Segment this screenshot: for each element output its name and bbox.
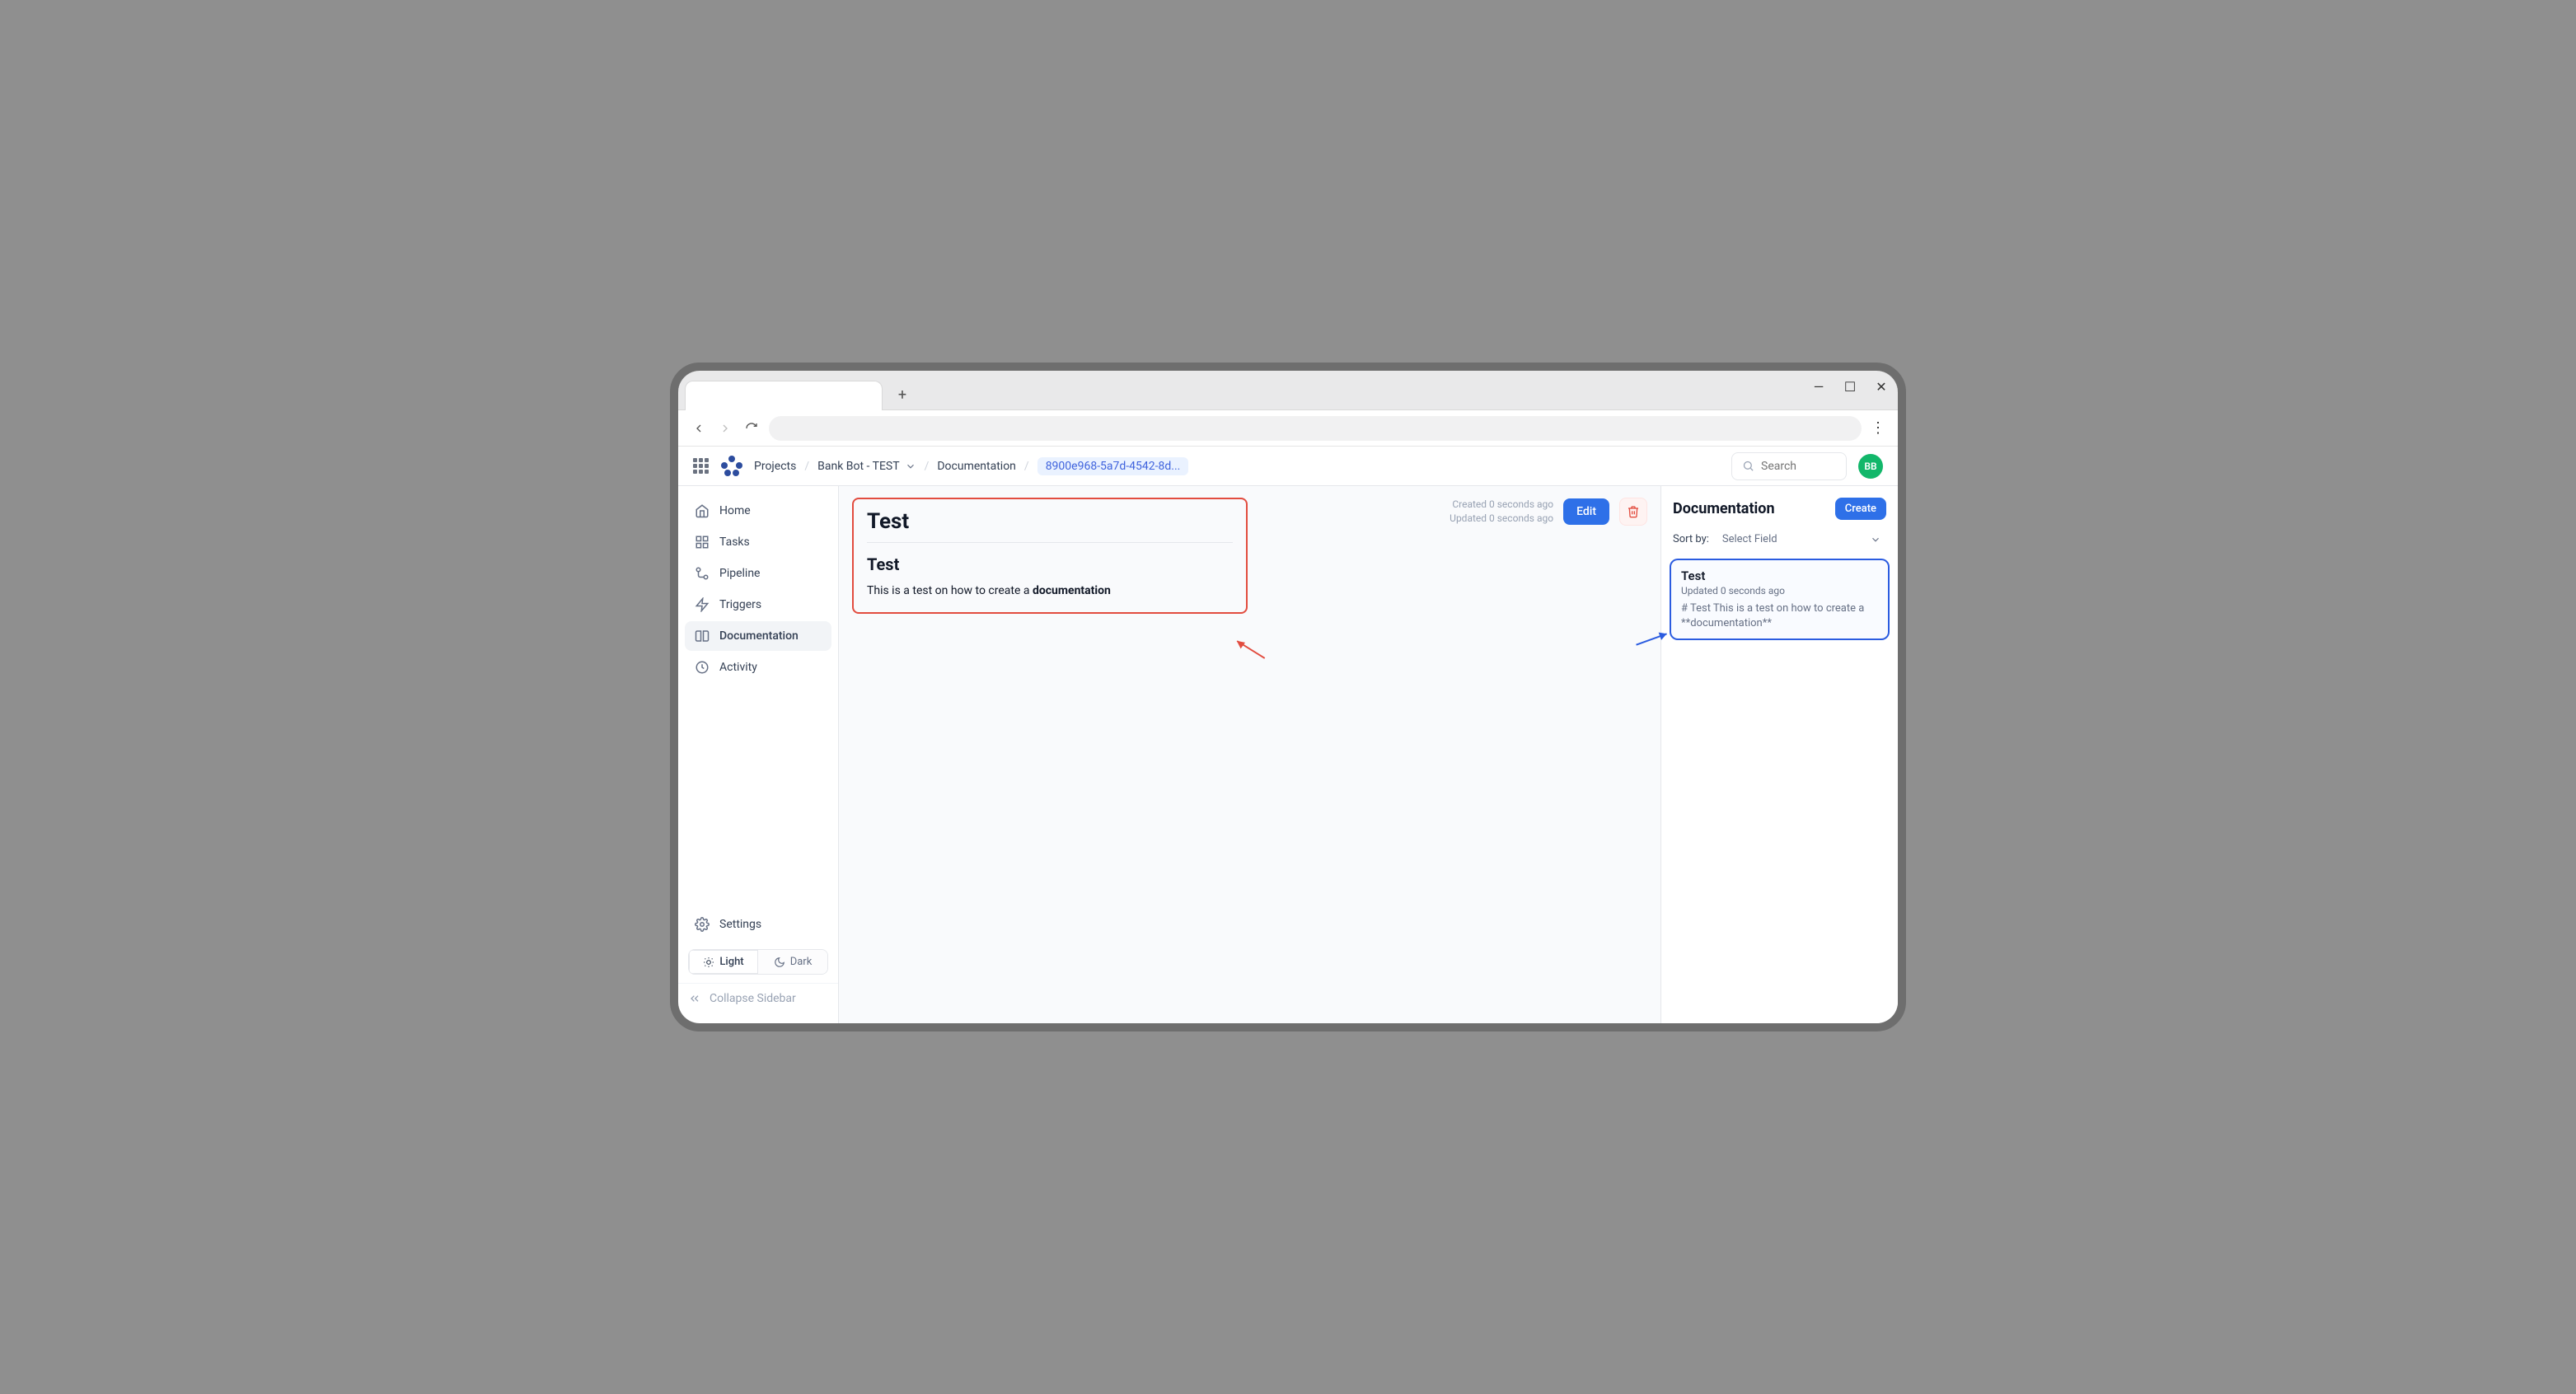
new-tab-button[interactable]: +: [891, 383, 914, 406]
sidebar: Home Tasks Pipeline Triggers Documentati…: [678, 486, 839, 1023]
sort-label: Sort by:: [1673, 533, 1709, 545]
sidebar-item-label: Activity: [719, 661, 757, 674]
window-maximize-button[interactable]: ☐: [1843, 379, 1857, 395]
app-logo[interactable]: [721, 456, 742, 477]
browser-nav-bar: ⋮: [678, 410, 1898, 447]
sidebar-item-label: Home: [719, 504, 751, 517]
breadcrumb: Projects / Bank Bot - TEST / Documentati…: [754, 457, 1188, 475]
sidebar-item-label: Pipeline: [719, 567, 761, 580]
avatar[interactable]: BB: [1858, 454, 1883, 479]
back-button[interactable]: [690, 422, 708, 435]
doc-list-card[interactable]: Test Updated 0 seconds ago # Test This i…: [1670, 559, 1890, 640]
arrow-left-icon: [692, 422, 705, 435]
browser-tab-strip: + — ☐ ✕: [678, 371, 1898, 410]
sort-select[interactable]: Select Field: [1717, 530, 1886, 549]
theme-toggle: Light Dark: [688, 949, 828, 975]
chevron-down-icon[interactable]: [905, 461, 916, 472]
sidebar-item-label: Tasks: [719, 536, 750, 549]
sidebar-item-label: Documentation: [719, 629, 799, 643]
sidebar-item-label: Settings: [719, 918, 761, 931]
sidebar-item-settings[interactable]: Settings: [685, 910, 831, 939]
theme-light-button[interactable]: Light: [689, 950, 758, 974]
url-bar[interactable]: [769, 416, 1862, 441]
breadcrumb-project[interactable]: Bank Bot - TEST: [817, 460, 899, 473]
triggers-icon: [695, 597, 710, 612]
breadcrumb-root[interactable]: Projects: [754, 460, 796, 473]
window-minimize-button[interactable]: —: [1812, 379, 1825, 395]
document-highlight-box: Test Test This is a test on how to creat…: [852, 498, 1248, 614]
search-icon: [1742, 460, 1754, 472]
moon-icon: [774, 957, 785, 968]
sidebar-item-pipeline[interactable]: Pipeline: [685, 559, 831, 588]
app-header: Projects / Bank Bot - TEST / Documentati…: [678, 447, 1898, 486]
create-button[interactable]: Create: [1835, 498, 1886, 520]
panel-title: Documentation: [1673, 500, 1775, 517]
search-input[interactable]: [1731, 452, 1847, 480]
card-updated: Updated 0 seconds ago: [1681, 585, 1878, 596]
activity-icon: [695, 660, 710, 675]
delete-button[interactable]: [1619, 498, 1647, 526]
reload-button[interactable]: [742, 422, 761, 435]
browser-tab[interactable]: [685, 381, 883, 410]
annotation-arrow-red: [1237, 638, 1272, 665]
arrow-right-icon: [719, 422, 732, 435]
card-title: Test: [1681, 568, 1878, 583]
card-preview: # Test This is a test on how to create a…: [1681, 601, 1878, 630]
document-body: This is a test on how to create a docume…: [867, 584, 1233, 597]
sidebar-item-label: Triggers: [719, 598, 761, 611]
chevron-down-icon: [1870, 534, 1881, 545]
home-icon: [695, 503, 710, 518]
trash-icon: [1627, 505, 1640, 518]
document-heading: Test: [867, 554, 1233, 574]
collapse-sidebar-button[interactable]: Collapse Sidebar: [678, 983, 838, 1013]
right-panel: Documentation Create Sort by: Select Fie…: [1660, 486, 1898, 1023]
document-timestamps: Created 0 seconds ago Updated 0 seconds …: [1450, 498, 1553, 526]
browser-menu-button[interactable]: ⋮: [1870, 419, 1886, 437]
sun-icon: [703, 957, 714, 968]
gear-icon: [695, 917, 710, 932]
reload-icon: [745, 422, 758, 435]
sidebar-item-documentation[interactable]: Documentation: [685, 621, 831, 651]
theme-dark-button[interactable]: Dark: [758, 950, 827, 974]
search-input-field[interactable]: [1761, 460, 1827, 473]
pipeline-icon: [695, 566, 710, 581]
edit-button[interactable]: Edit: [1563, 498, 1609, 525]
annotation-arrow-blue: [1632, 629, 1670, 650]
sidebar-item-home[interactable]: Home: [685, 496, 831, 526]
sidebar-item-triggers[interactable]: Triggers: [685, 590, 831, 620]
document-title: Test: [867, 509, 1233, 534]
main-content: Test Test This is a test on how to creat…: [839, 486, 1660, 1023]
breadcrumb-current: 8900e968-5a7d-4542-8d...: [1037, 457, 1189, 475]
window-close-button[interactable]: ✕: [1875, 379, 1888, 395]
tasks-icon: [695, 535, 710, 550]
sidebar-item-tasks[interactable]: Tasks: [685, 527, 831, 557]
forward-button[interactable]: [716, 422, 734, 435]
breadcrumb-section[interactable]: Documentation: [937, 460, 1016, 473]
sidebar-item-activity[interactable]: Activity: [685, 653, 831, 682]
plus-icon: +: [898, 386, 906, 404]
book-icon: [695, 629, 710, 643]
chevrons-left-icon: [688, 992, 701, 1005]
apps-grid-icon[interactable]: [693, 458, 710, 475]
